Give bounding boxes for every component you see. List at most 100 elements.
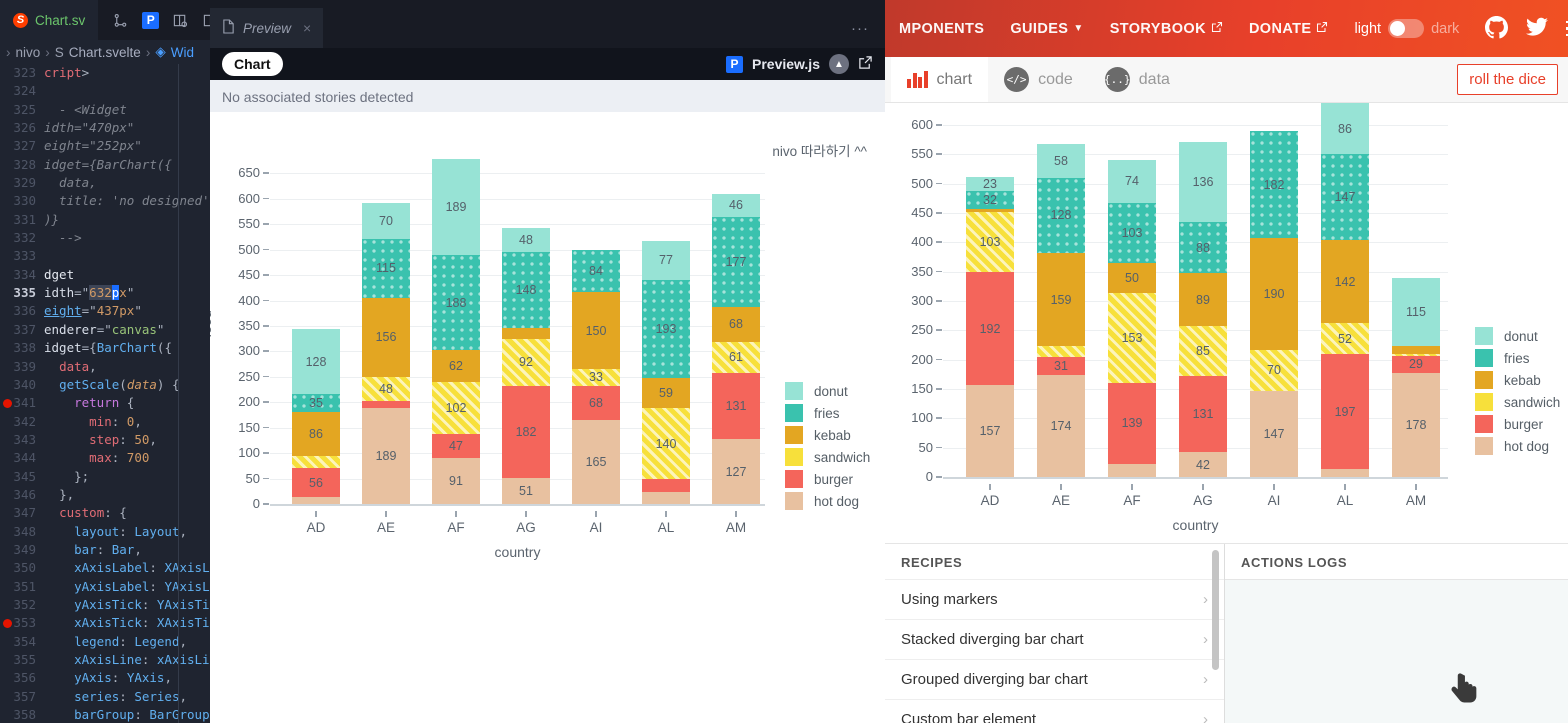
- legend-item-donut[interactable]: donut: [1475, 325, 1560, 347]
- bar-group-AE[interactable]: 174 31 159 128 58: [1037, 125, 1085, 477]
- legend-item-fries[interactable]: fries: [785, 402, 870, 424]
- legend-item-sandwich[interactable]: sandwich: [1475, 391, 1560, 413]
- recipes-scrollbar-thumb[interactable]: [1212, 550, 1219, 670]
- bar-segment-AL-burger[interactable]: [642, 479, 690, 492]
- bar-segment-AG-fries[interactable]: 88: [1179, 221, 1227, 274]
- bar-segment-AF-hot-dog[interactable]: 91: [432, 457, 480, 504]
- recipe-item-3[interactable]: Custom bar element ›: [885, 699, 1224, 723]
- bar-segment-AL-kebab[interactable]: 59: [642, 377, 690, 408]
- bar-segment-AI-sandwich[interactable]: 70: [1250, 349, 1298, 391]
- tab-code[interactable]: </> code: [988, 57, 1089, 102]
- roll-the-dice-button[interactable]: roll the dice: [1457, 64, 1558, 95]
- tab-chart[interactable]: chart: [891, 57, 989, 102]
- bar-segment-AI-burger[interactable]: 68: [572, 385, 620, 421]
- bar-group-AG[interactable]: 42 131 85 89 88 136: [1179, 125, 1227, 477]
- bar-segment-AD-fries[interactable]: 35: [292, 394, 340, 412]
- bar-segment-AM-hot-dog[interactable]: 178: [1392, 372, 1440, 477]
- bar-segment-AF-hot-dog[interactable]: [1108, 464, 1156, 477]
- theme-toggle[interactable]: light dark: [1354, 19, 1459, 38]
- bar-segment-AM-fries[interactable]: 177: [712, 217, 760, 308]
- nav-item-storybook[interactable]: STORYBOOK: [1110, 21, 1223, 37]
- bar-segment-AE-hot-dog[interactable]: 189: [362, 407, 410, 504]
- bar-group-AD[interactable]: 56 86 35 128: [292, 148, 340, 504]
- legend-item-burger[interactable]: burger: [1475, 413, 1560, 435]
- bar-segment-AF-burger[interactable]: 139: [1108, 382, 1156, 465]
- legend-item-fries[interactable]: fries: [1475, 347, 1560, 369]
- bar-segment-AD-hot-dog[interactable]: 157: [966, 384, 1014, 477]
- bar-segment-AE-burger[interactable]: 31: [1037, 356, 1085, 375]
- bar-segment-AG-fries[interactable]: 148: [502, 252, 550, 328]
- bar-segment-AI-hot-dog[interactable]: 147: [1250, 390, 1298, 477]
- bar-segment-AD-kebab[interactable]: [966, 209, 1014, 212]
- bar-segment-AF-burger[interactable]: 47: [432, 433, 480, 458]
- bar-segment-AM-sandwich[interactable]: [1392, 353, 1440, 356]
- bar-segment-AD-donut[interactable]: 128: [292, 329, 340, 395]
- bar-segment-AG-donut[interactable]: 48: [502, 227, 550, 253]
- bar-segment-AE-sandwich[interactable]: [1037, 346, 1085, 357]
- breadcrumb-item-file[interactable]: Chart.svelte: [69, 45, 141, 60]
- nav-item-donate[interactable]: DONATE: [1249, 21, 1329, 37]
- breadcrumb-item-nivo[interactable]: nivo: [16, 45, 41, 60]
- chevron-up-icon[interactable]: ▲: [829, 54, 849, 74]
- preview-tab[interactable]: Preview ×: [210, 8, 324, 48]
- bar-segment-AM-donut[interactable]: 115: [1392, 278, 1440, 346]
- bar-segment-AD-donut[interactable]: 23: [966, 177, 1014, 191]
- bar-segment-AG-hot-dog[interactable]: 51: [502, 478, 550, 504]
- split-editor-icon[interactable]: [172, 12, 189, 29]
- bar-segment-AF-fries[interactable]: 103: [1108, 203, 1156, 264]
- bar-segment-AE-fries[interactable]: 128: [1037, 177, 1085, 253]
- bar-segment-AG-burger[interactable]: 182: [502, 385, 550, 479]
- bar-segment-AD-burger[interactable]: 192: [966, 272, 1014, 385]
- bar-group-AL[interactable]: 140 59 193 77: [642, 148, 690, 504]
- bar-segment-AL-kebab[interactable]: 142: [1321, 240, 1369, 324]
- bar-segment-AM-kebab[interactable]: 68: [712, 307, 760, 342]
- bar-segment-AF-donut[interactable]: 189: [432, 158, 480, 255]
- open-external-icon[interactable]: [858, 55, 873, 73]
- bar-group-AM[interactable]: 127 131 61 68 177 46: [712, 148, 760, 504]
- bar-segment-AL-sandwich[interactable]: 52: [1321, 323, 1369, 354]
- preview-story-chip[interactable]: Chart: [222, 52, 283, 76]
- bar-segment-AE-donut[interactable]: 70: [362, 203, 410, 240]
- bar-segment-AI-fries[interactable]: 182: [1250, 131, 1298, 239]
- bar-segment-AD-hot-dog[interactable]: [292, 496, 340, 504]
- editor-tab-chart-svelte[interactable]: S Chart.sv: [0, 0, 99, 40]
- bar-segment-AL-donut[interactable]: 86: [1321, 103, 1369, 154]
- bar-segment-AL-hot-dog[interactable]: [642, 491, 690, 504]
- recipe-item-0[interactable]: Using markers ›: [885, 579, 1224, 619]
- bar-segment-AG-kebab[interactable]: [502, 327, 550, 339]
- bar-segment-AF-fries[interactable]: 188: [432, 254, 480, 351]
- bar-segment-AI-fries[interactable]: 84: [572, 249, 620, 293]
- bar-group-AF[interactable]: 91 47 102 62 188 189: [432, 148, 480, 504]
- close-icon[interactable]: ×: [303, 20, 311, 36]
- bar-segment-AE-donut[interactable]: 58: [1037, 143, 1085, 178]
- bar-segment-AL-fries[interactable]: 147: [1321, 153, 1369, 240]
- bar-segment-AE-burger[interactable]: [362, 401, 410, 408]
- bar-segment-AE-sandwich[interactable]: 48: [362, 376, 410, 402]
- bar-segment-AG-sandwich[interactable]: 92: [502, 338, 550, 386]
- bar-segment-AD-kebab[interactable]: 86: [292, 411, 340, 456]
- legend-item-sandwich[interactable]: sandwich: [785, 446, 870, 468]
- bar-segment-AG-burger[interactable]: 131: [1179, 375, 1227, 453]
- bar-segment-AM-burger[interactable]: 29: [1392, 355, 1440, 373]
- bar-segment-AL-donut[interactable]: 77: [642, 240, 690, 280]
- legend-item-burger[interactable]: burger: [785, 468, 870, 490]
- bar-segment-AI-kebab[interactable]: 150: [572, 292, 620, 369]
- bar-segment-AL-burger[interactable]: 197: [1321, 353, 1369, 470]
- bar-segment-AE-hot-dog[interactable]: 174: [1037, 374, 1085, 477]
- github-icon[interactable]: [1485, 15, 1509, 42]
- bar-segment-AI-sandwich[interactable]: 33: [572, 368, 620, 386]
- bar-segment-AF-kebab[interactable]: 50: [1108, 263, 1156, 293]
- legend-item-kebab[interactable]: kebab: [1475, 369, 1560, 391]
- bar-group-AE[interactable]: 189 48 156 115 70: [362, 148, 410, 504]
- bar-segment-AF-sandwich[interactable]: 102: [432, 381, 480, 434]
- bar-group-AI[interactable]: 165 68 33 150 84: [572, 148, 620, 504]
- bar-group-AD[interactable]: 157 192 103 32 23: [966, 125, 1014, 477]
- legend-item-hot-dog[interactable]: hot dog: [785, 490, 870, 512]
- bar-group-AG[interactable]: 51 182 92 148 48: [502, 148, 550, 504]
- bar-segment-AE-kebab[interactable]: 159: [1037, 252, 1085, 347]
- legend-item-hot-dog[interactable]: hot dog: [1475, 435, 1560, 457]
- bar-segment-AG-hot-dog[interactable]: 42: [1179, 452, 1227, 477]
- nav-item-guides[interactable]: GUIDES ▼: [1010, 21, 1083, 37]
- bar-segment-AG-sandwich[interactable]: 85: [1179, 325, 1227, 376]
- bar-segment-AM-burger[interactable]: 131: [712, 372, 760, 440]
